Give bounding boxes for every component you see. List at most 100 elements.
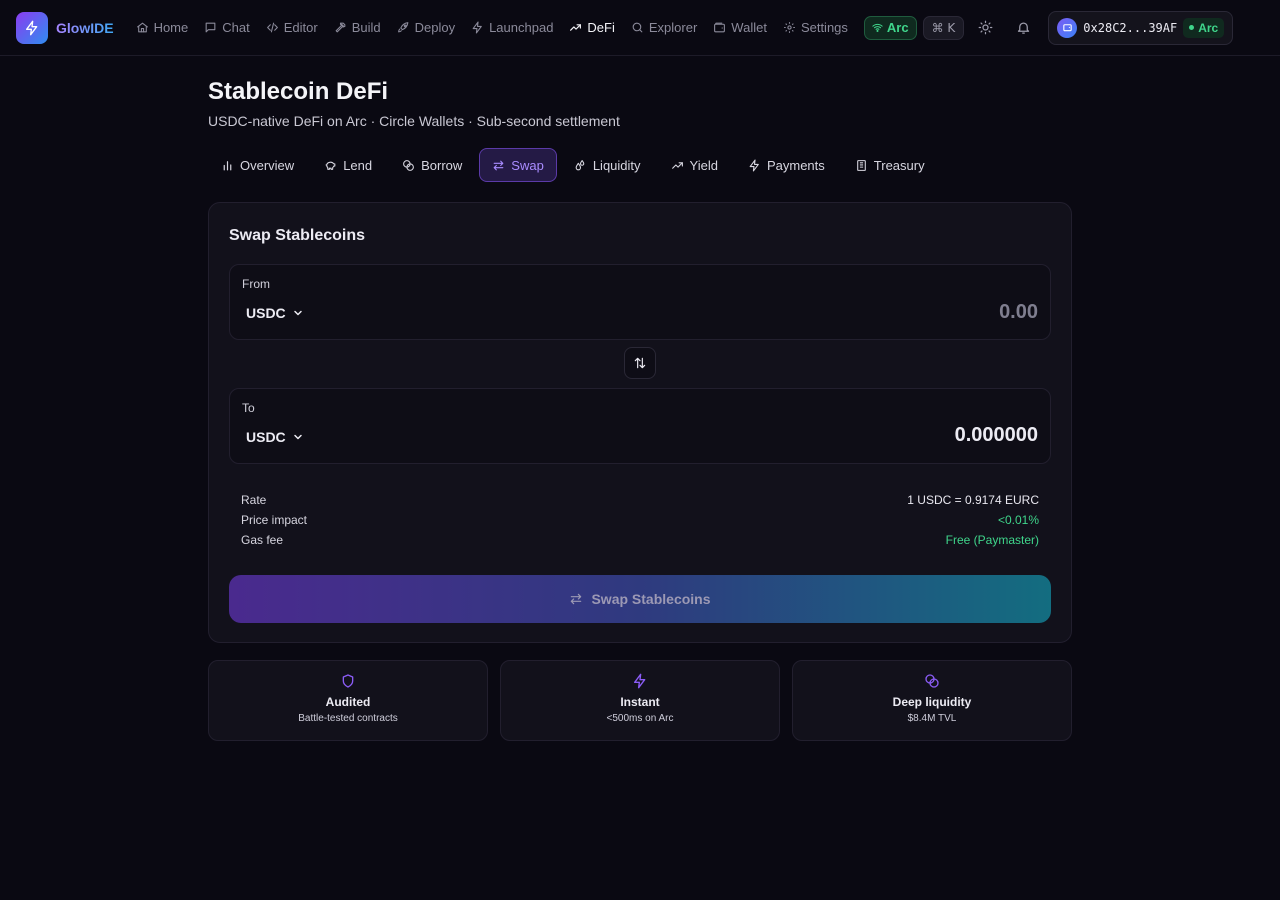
from-label: From (242, 277, 270, 291)
feature-cards: Audited Battle-tested contracts Instant … (208, 660, 1072, 741)
nav-item-wallet[interactable]: Wallet (705, 12, 775, 44)
rocket-icon (397, 22, 408, 33)
nav-label: Settings (800, 20, 848, 35)
nav-label: Editor (283, 20, 318, 35)
network-badge-label: Arc (886, 20, 909, 35)
nav-label: DeFi (587, 20, 615, 35)
wallet-chip[interactable]: 0x28C2...39AF Arc (1048, 10, 1234, 45)
swap-icon (493, 160, 504, 170)
tab-label: Treasury (873, 157, 925, 173)
tab-yield[interactable]: Yield (658, 148, 731, 182)
feature-card-instant: Instant <500ms on Arc (500, 660, 780, 741)
flip-tokens-button[interactable] (624, 347, 656, 379)
page-subtitle: USDC-native DeFi on Arc · Circle Wallets… (208, 113, 620, 129)
page-title: Stablecoin DeFi (208, 78, 389, 105)
feature-desc: <500ms on Arc (606, 713, 674, 724)
bolt-icon (26, 20, 38, 35)
tab-label: Borrow (421, 157, 463, 173)
wallet-avatar (1057, 17, 1078, 38)
swap-submit-label: Swap Stablecoins (591, 591, 711, 607)
nav-item-build[interactable]: Build (326, 12, 389, 44)
command-palette-button[interactable]: ⌘ K (922, 15, 965, 40)
nav-item-deploy[interactable]: Deploy (389, 12, 463, 44)
detail-label: Rate (241, 493, 267, 507)
app-name[interactable]: GlowIDE (56, 20, 114, 36)
bank-icon (856, 159, 866, 171)
tab-label: Payments (766, 157, 825, 173)
feature-title: Audited (325, 695, 371, 709)
to-token-select[interactable]: USDC (242, 427, 308, 447)
detail-value: Free (Paymaster) (945, 533, 1039, 547)
swap-vertical-icon (634, 357, 646, 369)
nav-label: Build (351, 20, 381, 35)
nav-item-settings[interactable]: Settings (775, 12, 856, 44)
shield-icon (342, 674, 354, 688)
network-badge[interactable]: Arc (863, 15, 917, 40)
tab-lend[interactable]: Lend (311, 148, 385, 182)
detail-row-gas-fee: Gas fee Free (Paymaster) (241, 530, 1039, 550)
bolt-icon (749, 159, 759, 171)
bar-chart-icon (223, 160, 232, 170)
logo-mark[interactable] (16, 11, 48, 44)
notifications-button[interactable] (1006, 12, 1040, 44)
nav-item-chat[interactable]: Chat (196, 12, 257, 44)
tab-label: Liquidity (592, 157, 641, 173)
nav-label: Home (153, 20, 189, 35)
wallet-icon (714, 22, 726, 33)
trending-up-icon (570, 24, 582, 31)
nav-label: Wallet (731, 20, 767, 35)
feature-card-liquidity: Deep liquidity $8.4M TVL (792, 660, 1072, 741)
hammer-icon (335, 22, 346, 33)
to-label: To (242, 401, 255, 415)
coins-icon (925, 674, 939, 688)
chevron-down-icon (293, 310, 302, 316)
theme-toggle-button[interactable] (968, 12, 1002, 44)
tab-borrow[interactable]: Borrow (389, 148, 475, 182)
tab-liquidity[interactable]: Liquidity (561, 148, 654, 182)
wallet-address: 0x28C2...39AF (1083, 20, 1178, 35)
feature-desc: Battle-tested contracts (298, 713, 398, 724)
main-nav: Home Chat Editor Build Deploy Launchpad … (128, 12, 856, 44)
feature-title: Deep liquidity (892, 695, 972, 709)
chevron-down-icon (293, 434, 302, 440)
nav-item-editor[interactable]: Editor (258, 12, 326, 44)
gear-icon (784, 22, 795, 33)
wallet-network-label: Arc (1198, 20, 1219, 35)
chat-icon (205, 22, 216, 33)
from-token-select[interactable]: USDC (242, 303, 308, 323)
swap-icon (571, 593, 582, 605)
to-token-panel: To USDC 0.000000 (229, 388, 1051, 464)
status-dot (1189, 25, 1195, 30)
nav-label: Launchpad (489, 20, 554, 35)
detail-label: Gas fee (241, 533, 284, 547)
nav-item-defi[interactable]: DeFi (561, 12, 622, 44)
piggy-bank-icon (325, 161, 336, 170)
feature-desc: $8.4M TVL (907, 713, 957, 724)
wifi-icon (872, 23, 883, 32)
detail-value: 1 USDC = 0.9174 EURC (907, 493, 1039, 507)
droplets-icon (575, 159, 585, 170)
to-amount-value: 0.000000 (954, 424, 1038, 446)
from-amount-input[interactable] (638, 297, 1038, 327)
detail-row-rate: Rate 1 USDC = 0.9174 EURC (241, 490, 1039, 510)
nav-item-launchpad[interactable]: Launchpad (463, 12, 561, 44)
bolt-icon (634, 673, 646, 689)
swap-card-title: Swap Stablecoins (229, 227, 366, 244)
tab-label: Overview (240, 157, 295, 173)
tab-swap[interactable]: Swap (479, 148, 557, 182)
nav-item-home[interactable]: Home (128, 12, 197, 44)
tab-payments[interactable]: Payments (735, 148, 838, 182)
tab-overview[interactable]: Overview (208, 148, 307, 182)
tab-label: Yield (689, 157, 718, 173)
to-token-symbol: USDC (246, 429, 286, 445)
tab-treasury[interactable]: Treasury (842, 148, 938, 182)
wallet-icon (1063, 24, 1072, 32)
nav-label: Deploy (414, 20, 456, 35)
coins-icon (403, 159, 415, 171)
nav-item-explorer[interactable]: Explorer (623, 12, 705, 44)
tab-label: Lend (343, 157, 373, 173)
swap-card: Swap Stablecoins From USDC To USDC 0.000… (208, 202, 1072, 643)
from-token-symbol: USDC (246, 305, 286, 321)
shortcut-label: ⌘ K (931, 20, 956, 35)
swap-submit-button[interactable]: Swap Stablecoins (229, 575, 1051, 623)
